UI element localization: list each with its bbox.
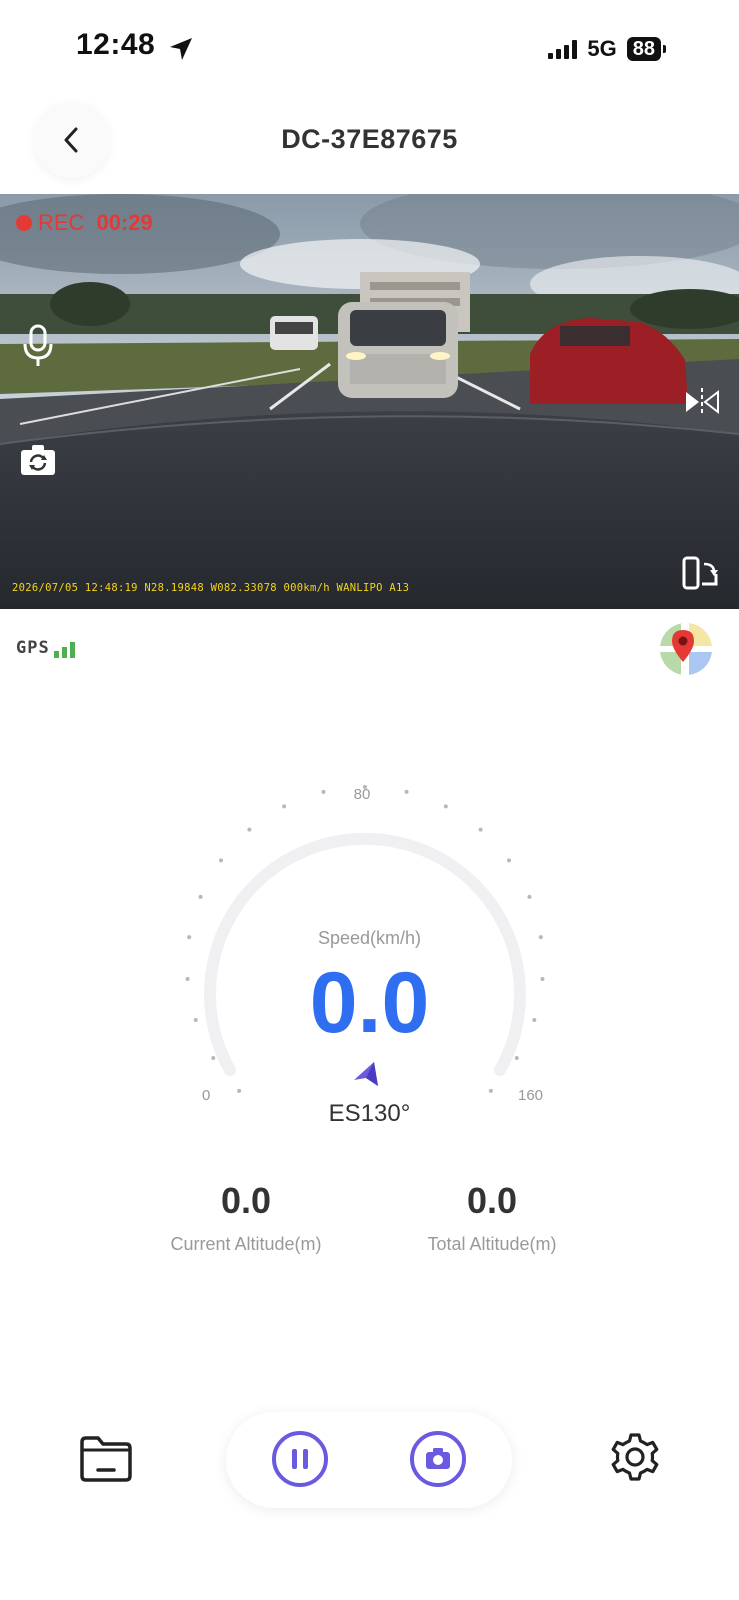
take-photo-button[interactable] — [410, 1431, 466, 1487]
gauge-tick — [247, 827, 252, 832]
camera-switch-icon — [21, 445, 55, 475]
battery-level: 88 — [626, 37, 667, 61]
gauge-tick — [198, 894, 203, 899]
video-frame — [0, 194, 739, 609]
gear-icon — [611, 1433, 659, 1481]
rotate-fullscreen-icon — [682, 556, 718, 590]
gps-label: GPS — [16, 638, 50, 658]
live-video-feed[interactable] — [0, 194, 739, 609]
map-pin-icon — [660, 623, 712, 675]
camera-icon — [410, 1431, 466, 1487]
map-button[interactable] — [659, 622, 713, 676]
gauge-tick — [218, 858, 223, 863]
mirror-button[interactable] — [684, 388, 720, 416]
gps-signal-icon — [53, 642, 75, 658]
record-controls — [226, 1412, 512, 1508]
microphone-icon — [23, 324, 53, 366]
settings-button[interactable] — [607, 1429, 663, 1485]
rec-label: REC — [38, 210, 85, 235]
speed-value: 0.0 — [309, 955, 430, 1051]
current-altitude-value: 0.0 — [220, 1180, 272, 1221]
gauge-tick — [443, 804, 448, 809]
cellular-signal-icon — [548, 39, 578, 59]
video-overlay-info: 2026/07/05 12:48:19 N28.19848 W082.33078… — [12, 582, 410, 594]
recording-indicator: REC 00:29 — [16, 210, 153, 236]
flip-horizontal-icon — [686, 388, 719, 416]
gauge-mid-label: 80 — [354, 786, 371, 803]
page-title: DC-37E87675 — [281, 124, 458, 154]
recording-time: 00:29 — [96, 210, 153, 235]
total-altitude-value: 0.0 — [466, 1180, 518, 1221]
gauge-tick — [211, 1056, 216, 1061]
gauge-tick — [321, 789, 326, 794]
status-time: 12:48 — [76, 28, 156, 61]
location-arrow-icon — [170, 38, 192, 60]
gauge-tick — [478, 827, 483, 832]
heading-arrow-icon — [354, 1062, 378, 1086]
files-button[interactable] — [78, 1434, 134, 1484]
microphone-button[interactable] — [20, 324, 56, 368]
total-altitude-label: Total Altitude(m) — [427, 1234, 557, 1254]
network-type: 5G — [587, 36, 617, 61]
pause-icon — [272, 1431, 328, 1487]
folder-icon — [80, 1436, 132, 1482]
gauge-tick — [282, 804, 287, 809]
speed-label: Speed(km/h) — [317, 928, 422, 948]
current-altitude-label: Current Altitude(m) — [170, 1234, 322, 1254]
heading-direction: ES130° — [328, 1100, 411, 1127]
gauge-tick — [527, 894, 532, 899]
pause-recording-button[interactable] — [272, 1431, 328, 1487]
status-indicators: 5G 88 — [548, 36, 667, 62]
recording-dot-icon — [16, 215, 32, 231]
gauge-tick — [507, 858, 512, 863]
gauge-tick — [488, 1088, 493, 1093]
fullscreen-button[interactable] — [682, 556, 720, 590]
gauge-tick — [514, 1056, 519, 1061]
camera-switch-button[interactable] — [20, 444, 56, 476]
gauge-tick — [404, 789, 409, 794]
gps-status: GPS — [16, 638, 78, 658]
gauge-tick — [237, 1088, 242, 1093]
